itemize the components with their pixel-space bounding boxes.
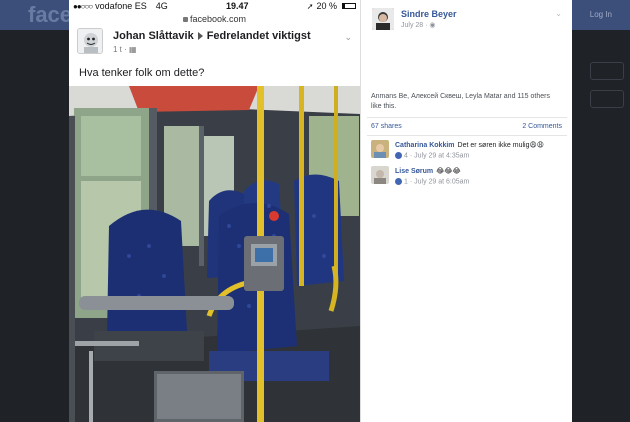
poster-date: July 28 · ◉ bbox=[401, 21, 436, 29]
arrow-right-icon bbox=[197, 32, 203, 41]
commenter-avatar[interactable] bbox=[371, 140, 389, 158]
post-author-line: Johan Slåttavik Fedrelandet viktigst bbox=[113, 30, 311, 42]
battery-percent: 20 % bbox=[316, 1, 337, 11]
comment-like-count[interactable]: 4 bbox=[404, 152, 408, 159]
author-name[interactable]: Johan Slåttavik bbox=[113, 30, 194, 42]
post-info-panel: Sindre Beyer July 28 · ◉ ⌄ Anmans Be, Ал… bbox=[360, 0, 572, 422]
post-text: Hva tenker folk om dette? bbox=[79, 67, 205, 79]
clock: 19.47 bbox=[225, 1, 249, 11]
lock-icon bbox=[182, 17, 188, 23]
comment-text: Det er søren ikke mulig😩😩 bbox=[457, 142, 545, 149]
commenter-name[interactable]: Catharina Kokkim bbox=[395, 142, 455, 149]
comments-count[interactable]: 2 Comments bbox=[522, 123, 562, 130]
poster-name[interactable]: Sindre Beyer bbox=[401, 9, 457, 19]
like-icon bbox=[395, 152, 402, 159]
globe-icon: ◉ bbox=[429, 22, 436, 29]
chevron-down-icon[interactable]: ⌄ bbox=[344, 32, 352, 43]
commenter-avatar[interactable] bbox=[371, 166, 389, 184]
battery-icon bbox=[341, 3, 356, 9]
poster-avatar[interactable] bbox=[372, 8, 394, 30]
comment-text: 😂😂😂 bbox=[436, 168, 461, 175]
commenter-name[interactable]: Lise Sørum bbox=[395, 168, 433, 175]
phone-status-bar: ●●○○○ vodafone ES 4G 19.47 ➚ 20 % bbox=[69, 0, 360, 12]
post-header: Johan Slåttavik Fedrelandet viktigst 1 t … bbox=[69, 26, 360, 66]
audience-icon: ▦ bbox=[129, 45, 137, 54]
lightbox-backdrop-right bbox=[572, 30, 630, 422]
comment-body: Catharina Kokkim Det er søren ikke mulig😩… bbox=[395, 141, 567, 149]
network-label: 4G bbox=[155, 1, 168, 11]
author-avatar[interactable] bbox=[77, 28, 103, 54]
location-arrow-icon: ➚ bbox=[306, 1, 314, 11]
likes-summary[interactable]: Anmans Be, Алексей Сквеш, Leyla Matar an… bbox=[371, 92, 561, 112]
signal-dots-icon: ●●○○○ bbox=[73, 1, 93, 11]
lightbox-backdrop-left bbox=[0, 30, 69, 422]
comment-time[interactable]: · July 29 at 6:05am bbox=[410, 178, 470, 185]
post-photo-bus-seats[interactable] bbox=[69, 86, 360, 422]
chevron-down-icon[interactable]: ⌄ bbox=[555, 9, 562, 18]
group-name[interactable]: Fedrelandet viktigst bbox=[207, 30, 311, 42]
comment-like-count[interactable]: 1 bbox=[404, 178, 408, 185]
phone-screenshot: ●●○○○ vodafone ES 4G 19.47 ➚ 20 % facebo… bbox=[69, 0, 360, 422]
like-icon bbox=[395, 178, 402, 185]
post-time[interactable]: 1 t · bbox=[113, 45, 127, 54]
comment-meta: 1 · July 29 at 6:05am bbox=[395, 178, 469, 185]
post-meta: 1 t · ▦ bbox=[113, 45, 137, 54]
url-text: facebook.com bbox=[189, 14, 247, 24]
comment-meta: 4 · July 29 at 4:35am bbox=[395, 152, 469, 159]
lightbox-control[interactable] bbox=[590, 62, 624, 80]
carrier-label: vodafone ES bbox=[95, 1, 147, 11]
divider bbox=[367, 117, 567, 118]
comment-body: Lise Sørum 😂😂😂 bbox=[395, 167, 567, 175]
comment-time[interactable]: · July 29 at 4:35am bbox=[410, 152, 470, 159]
shares-count[interactable]: 67 shares bbox=[371, 123, 402, 130]
poster-date-text[interactable]: July 28 · bbox=[401, 22, 427, 29]
divider bbox=[367, 135, 567, 136]
login-link[interactable]: Log In bbox=[590, 10, 612, 19]
address-bar[interactable]: facebook.com bbox=[69, 12, 360, 26]
lightbox-control[interactable] bbox=[590, 90, 624, 108]
